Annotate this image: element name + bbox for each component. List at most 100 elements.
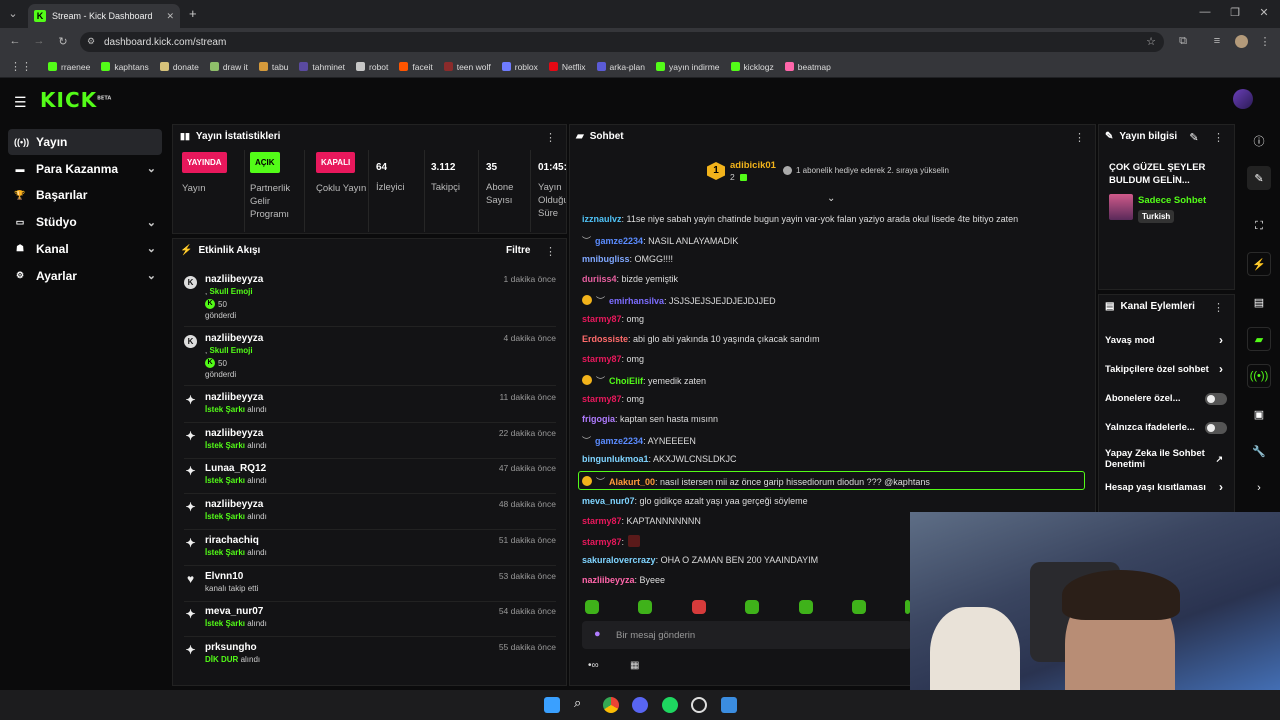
- close-window-icon[interactable]: ✕: [1257, 6, 1271, 19]
- quick-action-icon[interactable]: ⚡: [1247, 252, 1271, 276]
- bookmark-item[interactable]: rraenee: [48, 62, 90, 72]
- chat-username[interactable]: sakuralovercrazy: [582, 555, 656, 565]
- chat-username[interactable]: bingunlukmoa1: [582, 454, 649, 464]
- channel-action-item[interactable]: Takipçilere özel sohbet ›: [1105, 363, 1227, 375]
- channel-action-item[interactable]: Abonelere özel...: [1105, 393, 1227, 405]
- minimize-icon[interactable]: —: [1198, 6, 1212, 18]
- sidebar-item-trophy[interactable]: 🏆 Başarılar: [8, 182, 162, 208]
- bookmark-item[interactable]: draw it: [209, 62, 248, 72]
- store-icon[interactable]: ▦: [630, 660, 639, 671]
- event-user[interactable]: nazliibeyyza: [205, 274, 263, 285]
- toggle-switch[interactable]: [1205, 393, 1227, 405]
- browser-tab[interactable]: K Stream - Kick Dashboard ✕: [28, 4, 180, 28]
- bookmark-item[interactable]: faceit: [399, 62, 433, 72]
- event-user[interactable]: Elvnn10: [205, 571, 243, 582]
- bookmark-item[interactable]: donate: [159, 62, 199, 72]
- chat-username[interactable]: starmy87: [582, 314, 622, 324]
- extensions-icon[interactable]: ⧉: [1176, 35, 1190, 48]
- bookmark-item[interactable]: robot: [356, 62, 388, 72]
- kick-logo[interactable]: KICKBETA: [40, 88, 111, 112]
- channel-action-item[interactable]: Yavaş mod ›: [1105, 334, 1227, 346]
- chat-settings-icon[interactable]: •∞: [588, 660, 599, 671]
- event-user[interactable]: Lunaa_RQ12: [205, 463, 266, 474]
- chat-username[interactable]: emirhansilva: [609, 296, 664, 306]
- edit-layout-icon[interactable]: ✎: [1247, 166, 1271, 190]
- chat-username[interactable]: meva_nur07: [582, 496, 635, 506]
- filter-button[interactable]: Filtre: [506, 245, 530, 256]
- emote-5-icon[interactable]: [852, 600, 866, 614]
- discord-taskbar-icon[interactable]: [632, 697, 648, 713]
- broadcast-rail-icon[interactable]: ((•)): [1247, 364, 1271, 388]
- chat-username[interactable]: nazliibeyyza: [582, 575, 635, 585]
- event-user[interactable]: rirachachiq: [205, 535, 259, 546]
- bookmark-item[interactable]: tabu: [258, 62, 288, 72]
- bookmark-item[interactable]: roblox: [501, 62, 538, 72]
- emote-4-icon[interactable]: [799, 600, 813, 614]
- chevron-right-icon[interactable]: ›: [1219, 363, 1223, 375]
- chat-username[interactable]: frigogia: [582, 414, 615, 424]
- close-tab-icon[interactable]: ✕: [166, 11, 174, 22]
- sidebar-item-channel[interactable]: ☗ Kanal ⌄: [8, 236, 162, 262]
- device-icon[interactable]: ▣: [1247, 402, 1271, 426]
- spotify-taskbar-icon[interactable]: [662, 697, 678, 713]
- chat-username[interactable]: starmy87: [582, 537, 622, 547]
- back-icon[interactable]: ←: [8, 35, 22, 47]
- chevron-right-icon[interactable]: ›: [1219, 481, 1223, 493]
- settings-taskbar-icon[interactable]: [691, 697, 707, 713]
- stats-menu-icon[interactable]: ⋮: [545, 131, 556, 144]
- chat-username[interactable]: starmy87: [582, 516, 622, 526]
- event-user[interactable]: meva_nur07: [205, 606, 263, 617]
- site-info-icon[interactable]: ⚙: [87, 36, 95, 47]
- bookmark-item[interactable]: kaphtans: [101, 62, 149, 72]
- edit-icon[interactable]: ✎: [1189, 131, 1199, 144]
- chat-username[interactable]: starmy87: [582, 394, 622, 404]
- emote-1-icon[interactable]: [638, 600, 652, 614]
- external-link-icon[interactable]: ↗: [1215, 454, 1223, 465]
- wrench-icon[interactable]: 🔧: [1247, 439, 1271, 463]
- stream-info-menu-icon[interactable]: ⋮: [1213, 131, 1224, 144]
- chat-username[interactable]: Erdossiste: [582, 334, 628, 344]
- channel-action-item[interactable]: Hesap yaşı kısıtlaması ›: [1105, 481, 1227, 493]
- tab-search-icon[interactable]: ⌄: [6, 7, 20, 20]
- channel-action-item[interactable]: Yalnızca ifadelerle...: [1105, 422, 1227, 434]
- event-user[interactable]: nazliibeyyza: [205, 333, 263, 344]
- hamburger-menu-icon[interactable]: ☰: [14, 94, 27, 111]
- clipboard-icon[interactable]: ▤: [1247, 290, 1271, 314]
- chat-rail-icon[interactable]: ▰: [1247, 327, 1271, 351]
- sidebar-item-gear[interactable]: ⚙ Ayarlar ⌄: [8, 263, 162, 289]
- reload-icon[interactable]: ↻: [56, 35, 70, 48]
- bookmark-item[interactable]: arka-plan: [596, 62, 645, 72]
- chevron-down-icon[interactable]: ⌄: [147, 216, 156, 229]
- toggle-switch[interactable]: [1205, 422, 1227, 434]
- bookmark-item[interactable]: teen wolf: [443, 62, 491, 72]
- chat-username[interactable]: izznaulvz: [582, 214, 622, 224]
- channel-action-item[interactable]: Yapay Zeka ile Sohbet Denetimi ↗: [1105, 448, 1227, 470]
- bookmark-item[interactable]: Netflix: [548, 62, 586, 72]
- chevron-right-icon[interactable]: ›: [1219, 334, 1223, 346]
- chat-menu-icon[interactable]: ⋮: [1074, 131, 1085, 144]
- info-icon[interactable]: ⓘ: [1247, 129, 1271, 153]
- chat-username[interactable]: gamze2234: [595, 436, 643, 446]
- fullscreen-icon[interactable]: ⛶: [1247, 214, 1271, 238]
- apps-grid-icon[interactable]: ⋮⋮: [10, 60, 32, 73]
- chat-username[interactable]: starmy87: [582, 354, 622, 364]
- emote-3-icon[interactable]: [745, 600, 759, 614]
- bookmark-item[interactable]: yayın indirme: [655, 62, 720, 72]
- pinned-user[interactable]: adibicik01: [730, 160, 776, 171]
- taskbar-search-icon[interactable]: ⌕: [574, 695, 590, 711]
- bookmark-item[interactable]: kicklogz: [730, 62, 774, 72]
- sidebar-item-money[interactable]: ▬ Para Kazanma ⌄: [8, 156, 162, 182]
- profile-avatar[interactable]: [1235, 35, 1248, 48]
- maximize-icon[interactable]: ❐: [1228, 6, 1242, 19]
- chevron-right-icon[interactable]: ›: [1247, 476, 1271, 500]
- category-name[interactable]: Sadece Sohbet: [1138, 195, 1206, 206]
- collapse-pinned-icon[interactable]: ⌄: [827, 193, 835, 204]
- chevron-down-icon[interactable]: ⌄: [147, 242, 156, 255]
- address-bar[interactable]: ⚙ dashboard.kick.com/stream ☆: [80, 32, 1164, 52]
- microphone-icon[interactable]: ●: [594, 628, 601, 640]
- chat-username[interactable]: Alakurt_00: [609, 477, 655, 487]
- chat-username[interactable]: gamze2234: [595, 236, 643, 246]
- browser-menu-icon[interactable]: ⋮: [1258, 35, 1272, 48]
- bookmark-item[interactable]: tahminet: [299, 62, 345, 72]
- bookmark-star-icon[interactable]: ☆: [1146, 35, 1156, 48]
